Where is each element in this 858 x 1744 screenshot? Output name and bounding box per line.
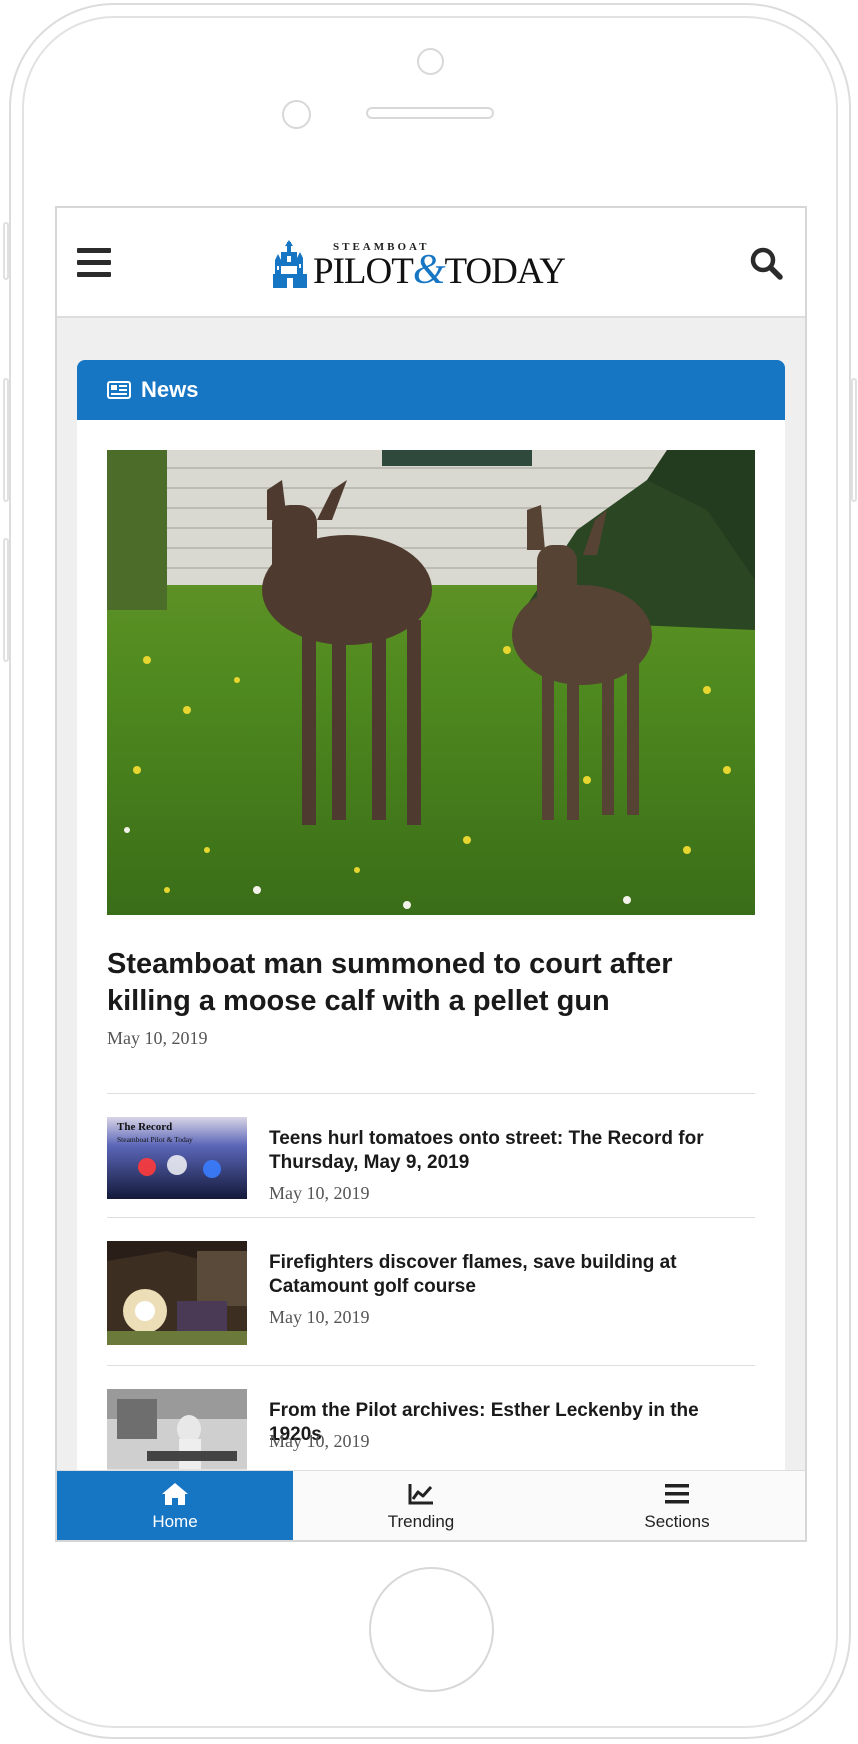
lead-story-date: May 10, 2019 — [107, 1028, 208, 1048]
nav-sections-label: Sections — [644, 1512, 710, 1531]
story-title[interactable]: Teens hurl tomatoes onto street: The Rec… — [269, 1127, 755, 1175]
nav-trending-label: Trending — [387, 1512, 455, 1531]
thumbnail-caption: The Record — [117, 1121, 172, 1133]
front-camera — [417, 48, 444, 75]
section-header: News — [77, 360, 785, 420]
phone-volume-down — [3, 538, 9, 662]
story-date: May 10, 2019 — [269, 1183, 370, 1203]
newspaper-icon — [107, 381, 131, 399]
site-header: STEAMBOAT PILOT&TODAY — [57, 208, 805, 318]
story-item[interactable]: Firefighters discover flames, save build… — [107, 1241, 755, 1345]
story-thumbnail[interactable]: The Record Steamboat Pilot & Today — [107, 1117, 247, 1199]
phone-volume-up — [3, 378, 9, 502]
phone-power-button — [851, 378, 857, 502]
nav-trending[interactable]: Trending — [293, 1471, 549, 1540]
home-icon — [162, 1483, 188, 1505]
nav-home[interactable]: Home — [57, 1471, 293, 1540]
story-date: May 10, 2019 — [269, 1307, 370, 1327]
story-thumbnail[interactable] — [107, 1241, 247, 1345]
story-title[interactable]: Firefighters discover flames, save build… — [269, 1251, 755, 1299]
nav-home-label: Home — [152, 1512, 198, 1531]
thumbnail-subcaption: Steamboat Pilot & Today — [117, 1135, 193, 1144]
nav-sections[interactable]: Sections — [549, 1471, 805, 1540]
phone-mute-switch — [3, 222, 9, 280]
castle-logo-icon — [273, 240, 307, 288]
phone-home-button[interactable] — [369, 1567, 494, 1692]
divider — [107, 1217, 755, 1218]
section-title: News — [141, 377, 199, 402]
story-date: May 10, 2019 — [269, 1431, 370, 1451]
search-icon[interactable] — [749, 246, 783, 280]
sections-menu-icon — [665, 1484, 689, 1504]
divider — [107, 1093, 755, 1094]
logo-wordmark: PILOT&TODAY — [313, 247, 566, 293]
bottom-navigation: Home Trending Sections — [57, 1470, 805, 1540]
divider — [107, 1365, 755, 1366]
story-item[interactable]: The Record Steamboat Pilot & Today Teens… — [107, 1117, 755, 1221]
lead-story-image[interactable] — [107, 450, 755, 915]
earpiece-speaker — [366, 107, 494, 119]
lead-story-title[interactable]: Steamboat man summoned to court after ki… — [107, 946, 727, 1020]
app-screen: STEAMBOAT PILOT&TODAY News Steamboat man… — [55, 206, 807, 1542]
proximity-sensor — [282, 100, 311, 129]
news-card: News Steamboat man summoned to court aft… — [77, 360, 785, 1540]
trending-chart-icon — [408, 1484, 433, 1505]
site-logo[interactable]: STEAMBOAT PILOT&TODAY — [271, 236, 571, 294]
hamburger-menu-icon[interactable] — [77, 248, 111, 278]
